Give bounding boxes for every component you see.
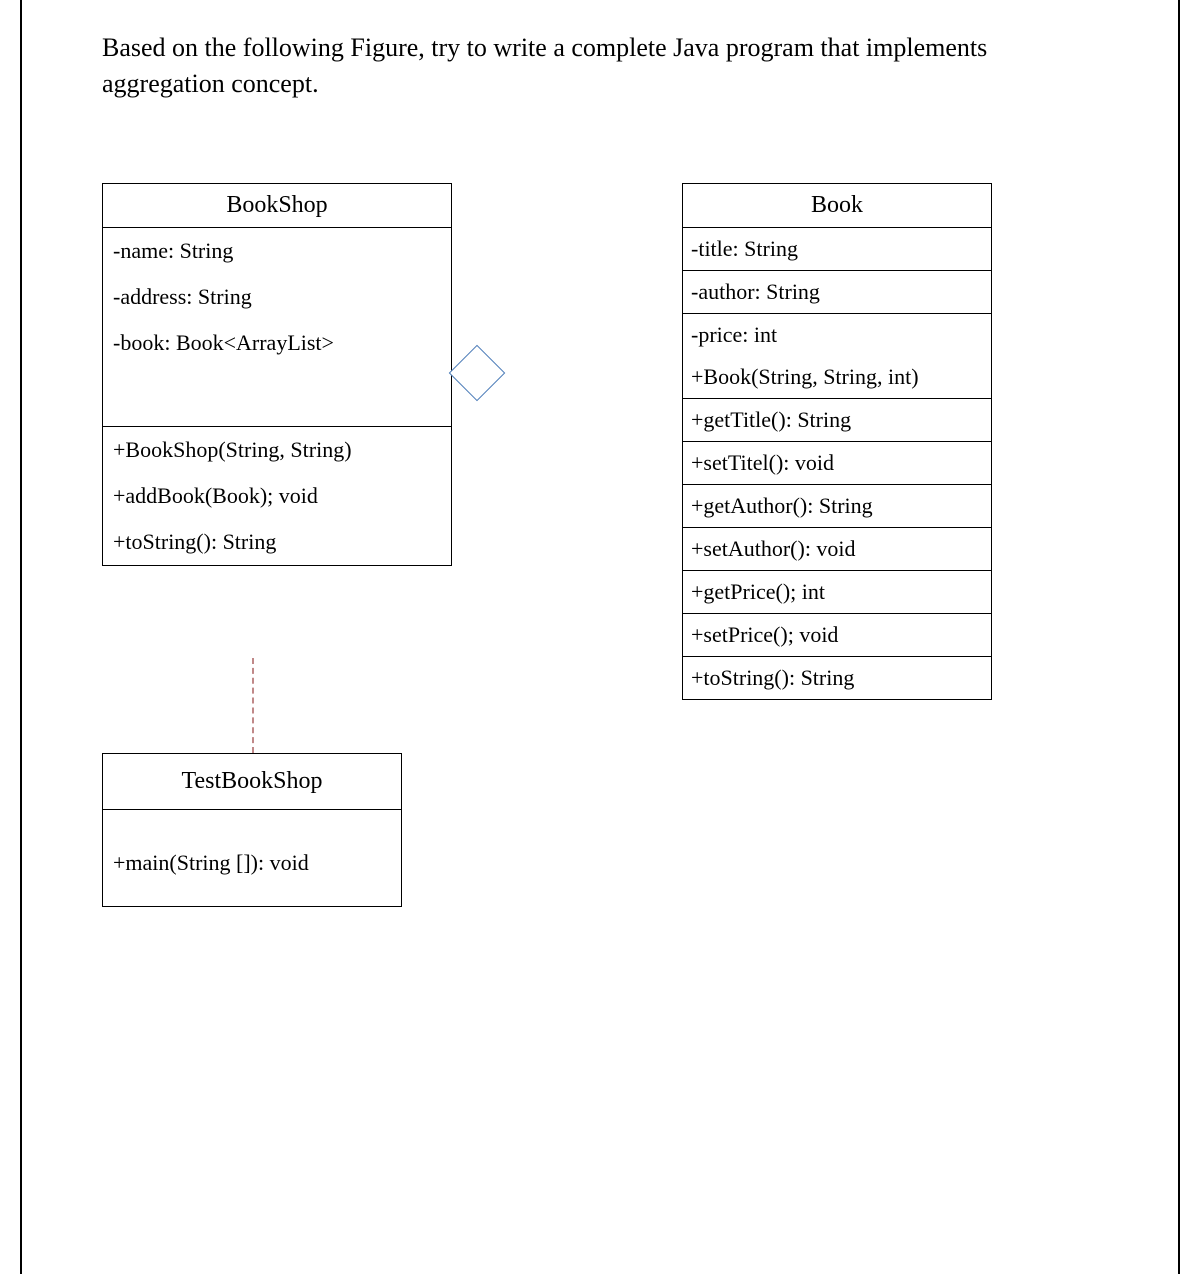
attribute: -address: String xyxy=(103,274,451,320)
class-title: Book xyxy=(683,184,991,228)
methods-compartment: +BookShop(String, String) +addBook(Book)… xyxy=(103,427,451,565)
method: +main(String []): void xyxy=(103,840,401,886)
class-title: BookShop xyxy=(103,184,451,228)
method: +getPrice(); int xyxy=(683,571,991,614)
method: +setAuthor(): void xyxy=(683,528,991,571)
uml-class-testbookshop: TestBookShop +main(String []): void xyxy=(102,753,402,907)
method: +getTitle(): String xyxy=(683,399,991,442)
uml-diagram: BookShop -name: String -address: String … xyxy=(102,183,1098,1083)
method: +BookShop(String, String) xyxy=(103,427,451,473)
uml-class-book: Book -title: String -author: String -pri… xyxy=(682,183,992,700)
method: +Book(String, String, int) xyxy=(683,356,991,399)
method: +getAuthor(): String xyxy=(683,485,991,528)
method: +setTitel(): void xyxy=(683,442,991,485)
question-prompt: Based on the following Figure, try to wr… xyxy=(102,30,1098,103)
uml-class-bookshop: BookShop -name: String -address: String … xyxy=(102,183,452,566)
attributes-compartment: -name: String -address: String -book: Bo… xyxy=(103,228,451,427)
attribute: -book: Book<ArrayList> xyxy=(103,320,451,366)
method: +setPrice(); void xyxy=(683,614,991,657)
attribute: -price: int xyxy=(683,314,991,356)
aggregation-diamond-icon xyxy=(449,344,506,401)
method: +addBook(Book); void xyxy=(103,473,451,519)
method: +toString(): String xyxy=(103,519,451,565)
attribute: -title: String xyxy=(683,228,991,271)
attribute: -author: String xyxy=(683,271,991,314)
attribute: -name: String xyxy=(103,228,451,274)
methods-compartment: +main(String []): void xyxy=(103,810,401,906)
page-frame: Based on the following Figure, try to wr… xyxy=(20,0,1180,1274)
method: +toString(): String xyxy=(683,657,991,699)
class-title: TestBookShop xyxy=(103,754,401,810)
dependency-line xyxy=(252,658,254,753)
